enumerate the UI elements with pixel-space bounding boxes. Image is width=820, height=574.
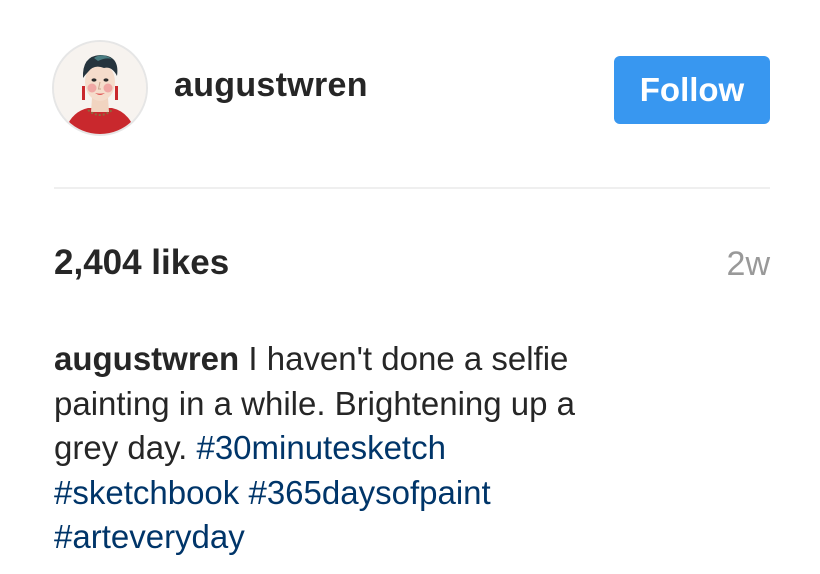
painted-portrait-icon: [54, 42, 146, 134]
post-header: augustwren Follow: [52, 40, 770, 140]
post-timestamp[interactable]: 2w: [727, 245, 770, 284]
avatar[interactable]: [52, 40, 148, 136]
hashtag-link[interactable]: #365daysofpaint: [248, 474, 490, 511]
caption-text: painting in a while. Brightening up a: [54, 384, 576, 422]
follow-button[interactable]: Follow: [614, 56, 770, 124]
likes-count[interactable]: 2,404 likes: [54, 243, 229, 283]
hashtag-link[interactable]: #30minutesketch: [196, 429, 445, 466]
divider: [54, 187, 770, 189]
hashtag-link[interactable]: #sketchbook: [54, 474, 239, 511]
caption-text: grey day.: [54, 429, 188, 466]
hashtag-link[interactable]: #arteveryday: [54, 518, 245, 555]
caption-text: I haven't done a selfie: [248, 340, 569, 377]
caption-username[interactable]: augustwren: [54, 340, 239, 377]
post-caption: augustwren I haven't done a selfie paint…: [54, 337, 714, 560]
post-username[interactable]: augustwren: [174, 66, 368, 105]
